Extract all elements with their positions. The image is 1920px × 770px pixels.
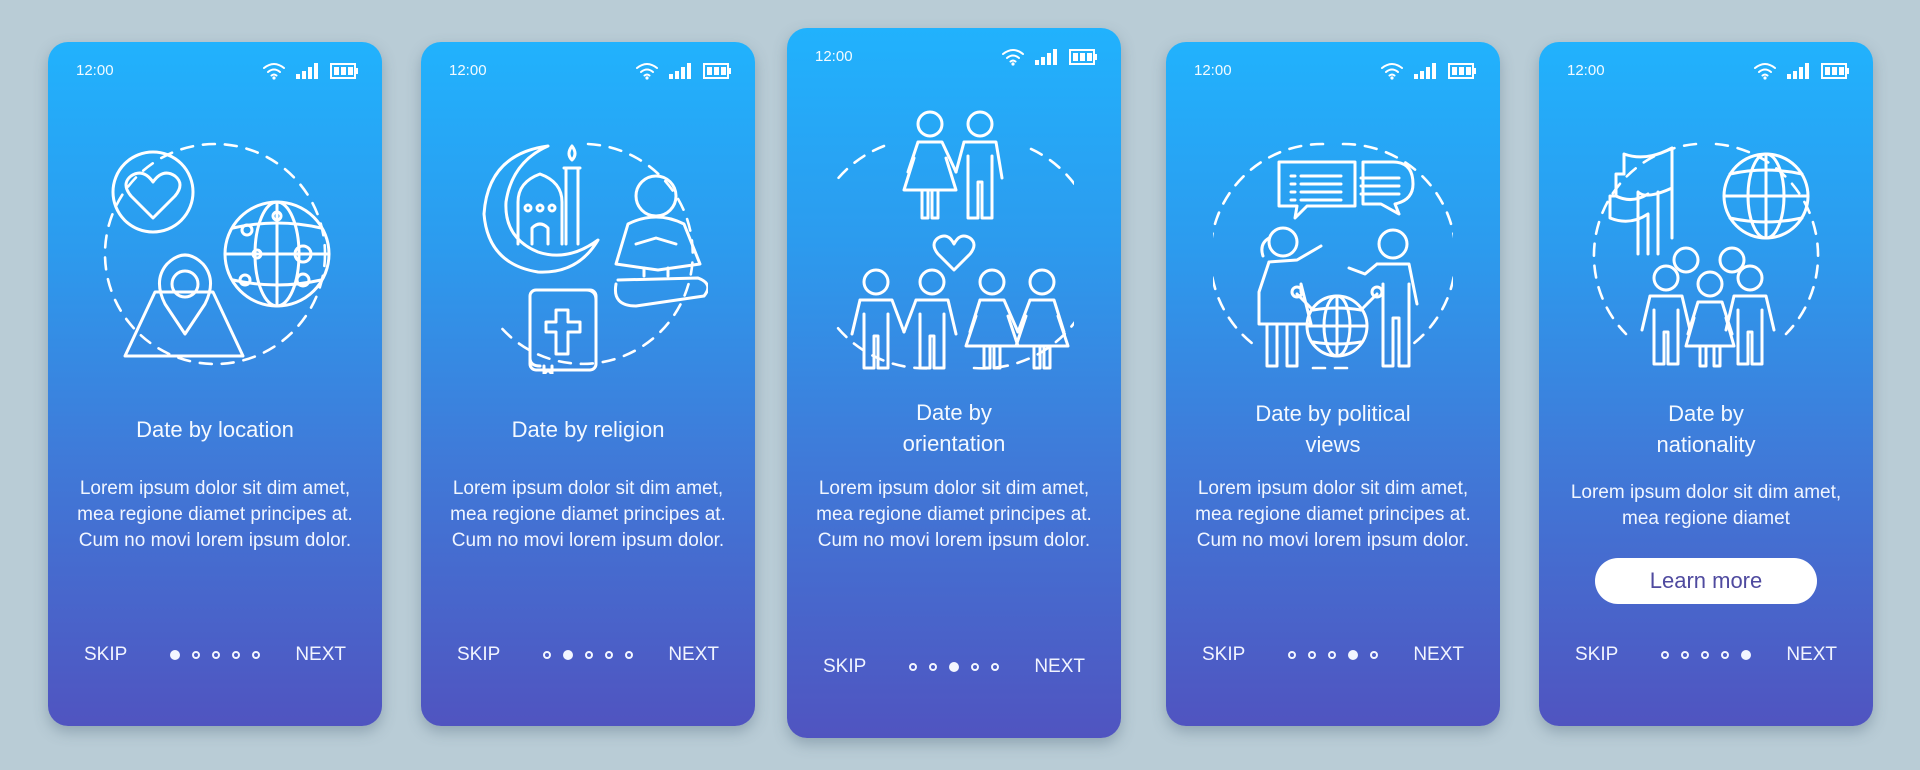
signal-icon (1035, 49, 1057, 65)
signal-icon (669, 63, 691, 79)
page-indicator (1288, 650, 1378, 660)
battery-icon (703, 63, 731, 79)
political-views-dating-icon (1213, 142, 1453, 370)
page-dot-1[interactable] (1288, 651, 1296, 659)
page-indicator (543, 650, 633, 660)
orientation-dating-icon (834, 110, 1074, 370)
page-dot-3[interactable] (1701, 651, 1709, 659)
page-indicator (170, 650, 260, 660)
wifi-icon (1381, 63, 1403, 80)
page-dot-2[interactable] (1308, 651, 1316, 659)
screen-title: Date by political views (1255, 401, 1411, 457)
religion-dating-icon (482, 142, 708, 374)
next-button[interactable]: NEXT (668, 644, 719, 666)
status-bar: 12:00 (815, 46, 1099, 70)
next-button[interactable]: NEXT (1413, 644, 1464, 666)
page-dot-4[interactable] (605, 651, 613, 659)
onboarding-nav: SKIP NEXT (1202, 640, 1464, 670)
screen-title: Date by location (136, 417, 294, 442)
page-dot-4[interactable] (1721, 651, 1729, 659)
page-dot-4[interactable] (1348, 650, 1358, 660)
screen-title: Date by religion (511, 417, 665, 442)
signal-icon (296, 63, 318, 79)
signal-icon (1787, 63, 1809, 79)
wifi-icon (1002, 49, 1024, 66)
page-dot-5[interactable] (1370, 651, 1378, 659)
skip-button[interactable]: SKIP (457, 644, 500, 666)
skip-button[interactable]: SKIP (823, 656, 866, 678)
status-time: 12:00 (1567, 62, 1605, 79)
screen-description: Lorem ipsum dolor sit dim amet, mea regi… (1195, 478, 1471, 551)
onboarding-screen-nationality: 12:00 Date by nationality Lorem ipsum do… (1539, 42, 1873, 726)
status-time: 12:00 (815, 48, 853, 65)
next-button[interactable]: NEXT (295, 644, 346, 666)
wifi-icon (1754, 63, 1776, 80)
onboarding-screen-political-views: 12:00 Date by political views Lorem ipsu… (1166, 42, 1500, 726)
page-dot-5[interactable] (991, 663, 999, 671)
wifi-icon (636, 63, 658, 80)
page-dot-1[interactable] (543, 651, 551, 659)
page-dot-1[interactable] (1661, 651, 1669, 659)
battery-icon (1069, 49, 1097, 65)
page-dot-3[interactable] (585, 651, 593, 659)
page-dot-3[interactable] (212, 651, 220, 659)
page-dot-5[interactable] (625, 651, 633, 659)
status-bar: 12:00 (449, 60, 733, 84)
page-dot-2[interactable] (563, 650, 573, 660)
page-dot-4[interactable] (971, 663, 979, 671)
skip-button[interactable]: SKIP (1575, 644, 1618, 666)
page-dot-5[interactable] (1741, 650, 1751, 660)
screen-title: Date by orientation (902, 400, 1006, 456)
onboarding-nav: SKIP NEXT (457, 640, 719, 670)
page-dot-5[interactable] (252, 651, 260, 659)
status-bar: 12:00 (1567, 60, 1851, 84)
onboarding-nav: SKIP NEXT (84, 640, 346, 670)
onboarding-nav: SKIP NEXT (823, 652, 1085, 682)
next-button[interactable]: NEXT (1786, 644, 1837, 666)
onboarding-screen-location: 12:00 Date by location Lorem ipsum dolor… (48, 42, 382, 726)
battery-icon (330, 63, 358, 79)
page-indicator (909, 662, 999, 672)
page-dot-1[interactable] (909, 663, 917, 671)
screen-description: Lorem ipsum dolor sit dim amet, mea regi… (1570, 482, 1842, 529)
skip-button[interactable]: SKIP (1202, 644, 1245, 666)
status-time: 12:00 (1194, 62, 1232, 79)
screen-title: Date by nationality (1656, 401, 1756, 457)
onboarding-nav: SKIP NEXT (1575, 640, 1837, 670)
learn-more-button[interactable]: Learn more (1595, 558, 1817, 604)
screen-description: Lorem ipsum dolor sit dim amet, mea regi… (816, 478, 1092, 551)
page-dot-3[interactable] (1328, 651, 1336, 659)
battery-icon (1821, 63, 1849, 79)
nationality-dating-icon (1592, 142, 1820, 368)
page-indicator (1661, 650, 1751, 660)
onboarding-screen-religion: 12:00 Date by religion Lorem ipsum dolor… (421, 42, 755, 726)
status-bar: 12:00 (76, 60, 360, 84)
page-dot-1[interactable] (170, 650, 180, 660)
battery-icon (1448, 63, 1476, 79)
page-dot-3[interactable] (949, 662, 959, 672)
status-bar: 12:00 (1194, 60, 1478, 84)
location-dating-icon (103, 142, 331, 366)
page-dot-4[interactable] (232, 651, 240, 659)
signal-icon (1414, 63, 1436, 79)
screen-description: Lorem ipsum dolor sit dim amet, mea regi… (450, 478, 726, 551)
page-dot-2[interactable] (929, 663, 937, 671)
page-dot-2[interactable] (1681, 651, 1689, 659)
wifi-icon (263, 63, 285, 80)
status-time: 12:00 (449, 62, 487, 79)
status-time: 12:00 (76, 62, 114, 79)
skip-button[interactable]: SKIP (84, 644, 127, 666)
onboarding-screen-orientation: 12:00 Date by orientation Lorem ipsum do… (787, 28, 1121, 738)
screen-description: Lorem ipsum dolor sit dim amet, mea regi… (77, 478, 353, 551)
next-button[interactable]: NEXT (1034, 656, 1085, 678)
page-dot-2[interactable] (192, 651, 200, 659)
